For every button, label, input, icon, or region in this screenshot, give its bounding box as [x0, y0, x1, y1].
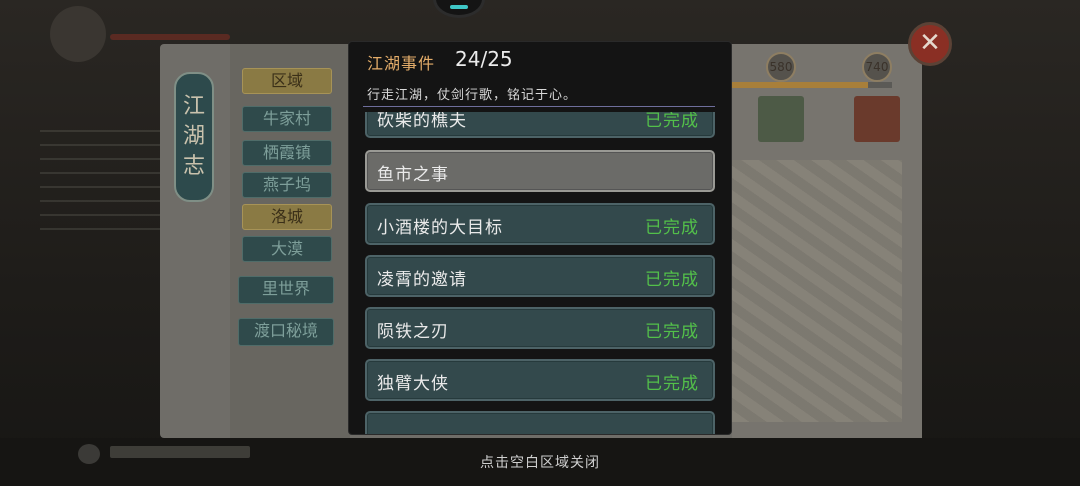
- chat-icon: [78, 444, 100, 464]
- event-count: 24/25: [455, 47, 513, 71]
- event-name: 陨铁之刃: [377, 322, 449, 342]
- event-name: 鱼市之事: [377, 165, 449, 185]
- region-yanziwu: 燕子坞: [242, 172, 332, 198]
- journal-title: 江湖志: [182, 94, 205, 179]
- event-name: 砍柴的樵夫: [377, 112, 467, 131]
- quest-tracker: [40, 130, 160, 240]
- jianghu-events-modal: 江湖事件 24/25 行走江湖，仗剑行歌，铭记于心。 砍柴的樵夫 已完成 鱼市之…: [349, 42, 731, 434]
- player-avatar: [50, 6, 106, 62]
- event-item[interactable]: [365, 411, 715, 434]
- region-qixiazhen: 栖霞镇: [242, 140, 332, 166]
- event-item[interactable]: 凌霄的邀请 已完成: [365, 255, 715, 297]
- player-hp-bar: [110, 34, 230, 40]
- event-status: 已完成: [645, 218, 699, 238]
- event-status: 已完成: [645, 270, 699, 290]
- event-item[interactable]: 砍柴的樵夫 已完成: [365, 112, 715, 138]
- modal-title: 江湖事件: [367, 54, 436, 73]
- event-status: 已完成: [645, 374, 699, 394]
- reward-claimed-icon: [758, 96, 804, 142]
- modal-subtitle: 行走江湖，仗剑行歌，铭记于心。: [367, 88, 578, 103]
- region-tab: 区域: [242, 68, 332, 94]
- event-item[interactable]: 小酒楼的大目标 已完成: [365, 203, 715, 245]
- close-hint: 点击空白区域关闭: [480, 455, 600, 471]
- modal-divider: [363, 106, 715, 107]
- top-menu-icon: [433, 0, 485, 18]
- region-luocheng: 洛城: [242, 204, 332, 230]
- reward-progress-bar: [732, 82, 892, 88]
- event-name: 凌霄的邀请: [377, 270, 467, 290]
- reward-box-icon: [854, 96, 900, 142]
- region-niujiacun: 牛家村: [242, 106, 332, 132]
- ferry-secret-tab: 渡口秘境: [238, 318, 334, 346]
- event-status: 已完成: [645, 112, 699, 131]
- close-button[interactable]: ✕: [908, 22, 952, 66]
- event-name: 独臂大侠: [377, 374, 449, 394]
- event-list[interactable]: 砍柴的樵夫 已完成 鱼市之事 小酒楼的大目标 已完成 凌霄的邀请 已完成 陨铁之…: [365, 112, 715, 434]
- event-item[interactable]: 鱼市之事: [365, 150, 715, 192]
- inner-world-tab: 里世界: [238, 276, 334, 304]
- event-item[interactable]: 陨铁之刃 已完成: [365, 307, 715, 349]
- region-map: [732, 160, 902, 422]
- region-damo: 大漠: [242, 236, 332, 262]
- chat-preview: [110, 446, 250, 458]
- event-item[interactable]: 独臂大侠 已完成: [365, 359, 715, 401]
- reward-point-580: 580: [766, 52, 796, 82]
- reward-point-740: 740: [862, 52, 892, 82]
- event-name: 小酒楼的大目标: [377, 218, 503, 238]
- event-status: 已完成: [645, 322, 699, 342]
